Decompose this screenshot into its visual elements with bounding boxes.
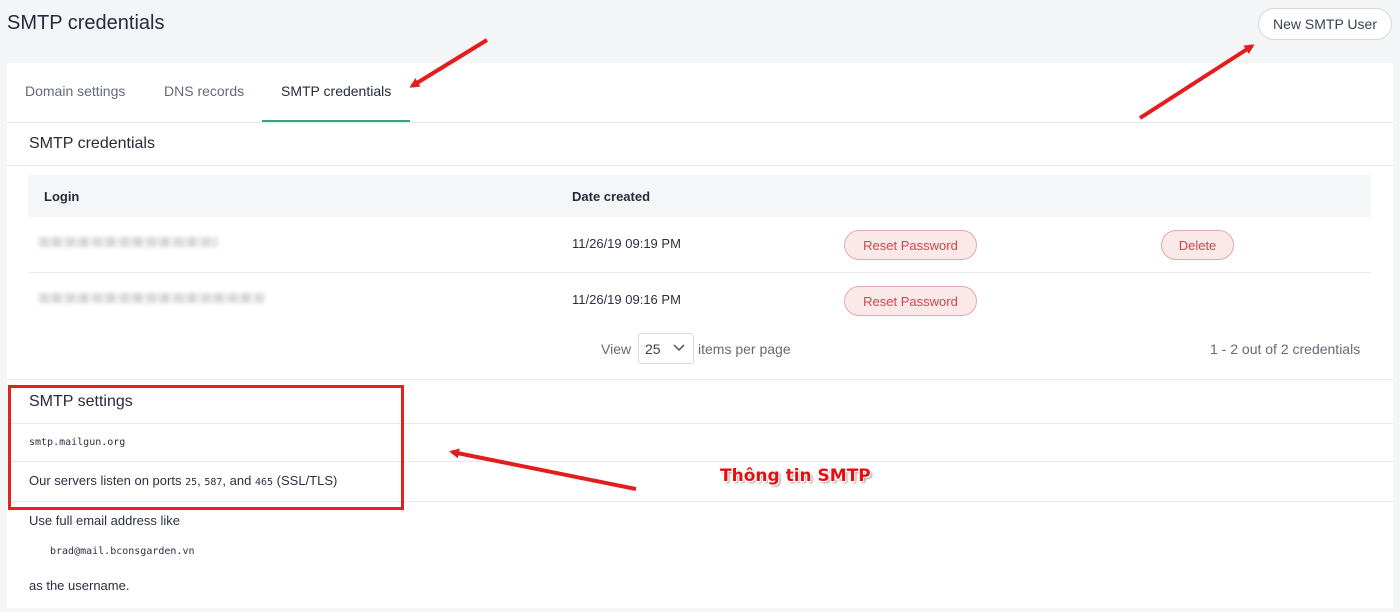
annotation-arrows bbox=[409, 38, 1255, 491]
arrow-to-new-user-button bbox=[1138, 44, 1255, 120]
arrow-to-smtp-tab bbox=[409, 38, 489, 88]
arrow-to-smtp-settings bbox=[449, 448, 637, 491]
